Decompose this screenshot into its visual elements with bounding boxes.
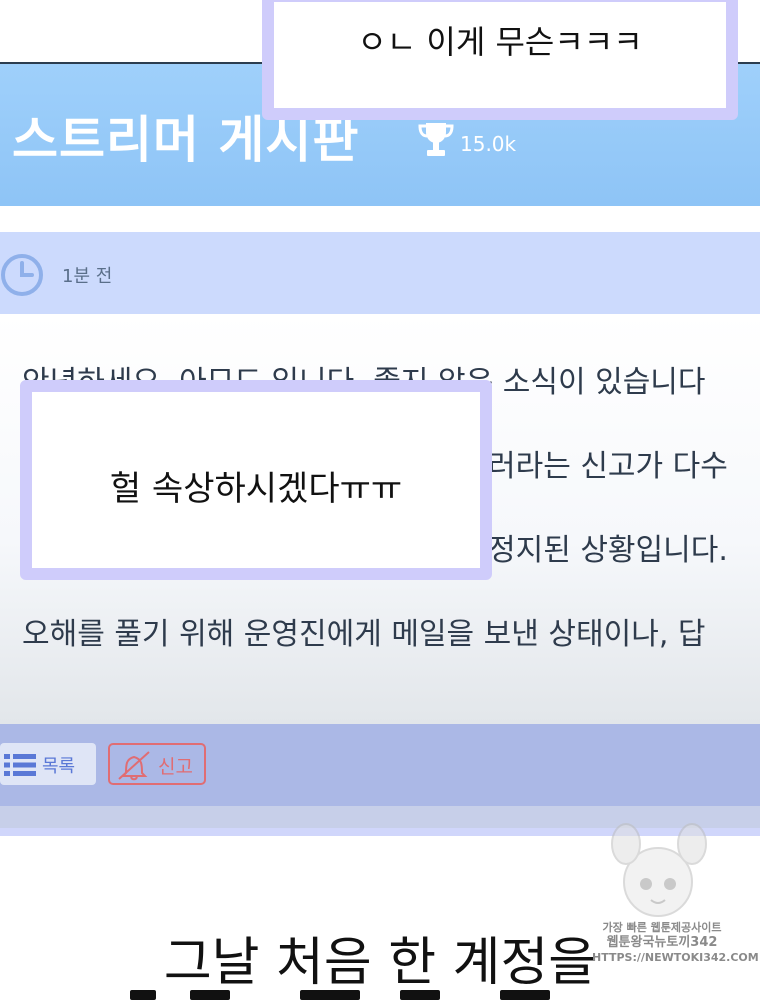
post-time: 1분 전	[62, 266, 113, 287]
narration-caption-cutoff	[0, 990, 760, 1000]
bell-off-icon	[118, 751, 150, 781]
chat-bubble-text: 헐 속상하시겠다ㅠㅠ	[109, 468, 403, 509]
post-line: 러라는 신고가 다수	[488, 449, 728, 484]
chat-bubble: 헐 속상하시겠다ㅠㅠ	[20, 380, 492, 580]
chat-bubble: ㅇㄴ 이게 무슨ㅋㅋㅋ	[262, 0, 738, 120]
trophy-count: 15.0k	[460, 132, 517, 156]
trophy-icon	[418, 123, 454, 156]
post-line: 오해를 풀기 위해 운영진에게 메일을 보낸 상태이나, 답	[22, 617, 706, 652]
report-button-label[interactable]: 신고	[158, 752, 193, 779]
list-button-label[interactable]: 목록	[42, 752, 75, 778]
post-meta-bar	[0, 232, 760, 314]
watermark-text: 가장 빠른 웹툰제공사이트 웹툰왕국뉴토끼342 HTTPS://NEWTOKI…	[592, 921, 759, 964]
clock-icon	[1, 254, 43, 296]
list-icon	[4, 754, 36, 776]
chat-bubble-text: ㅇㄴ 이게 무슨ㅋㅋㅋ	[357, 23, 643, 61]
post-line: 정지된 상황입니다.	[488, 533, 728, 568]
